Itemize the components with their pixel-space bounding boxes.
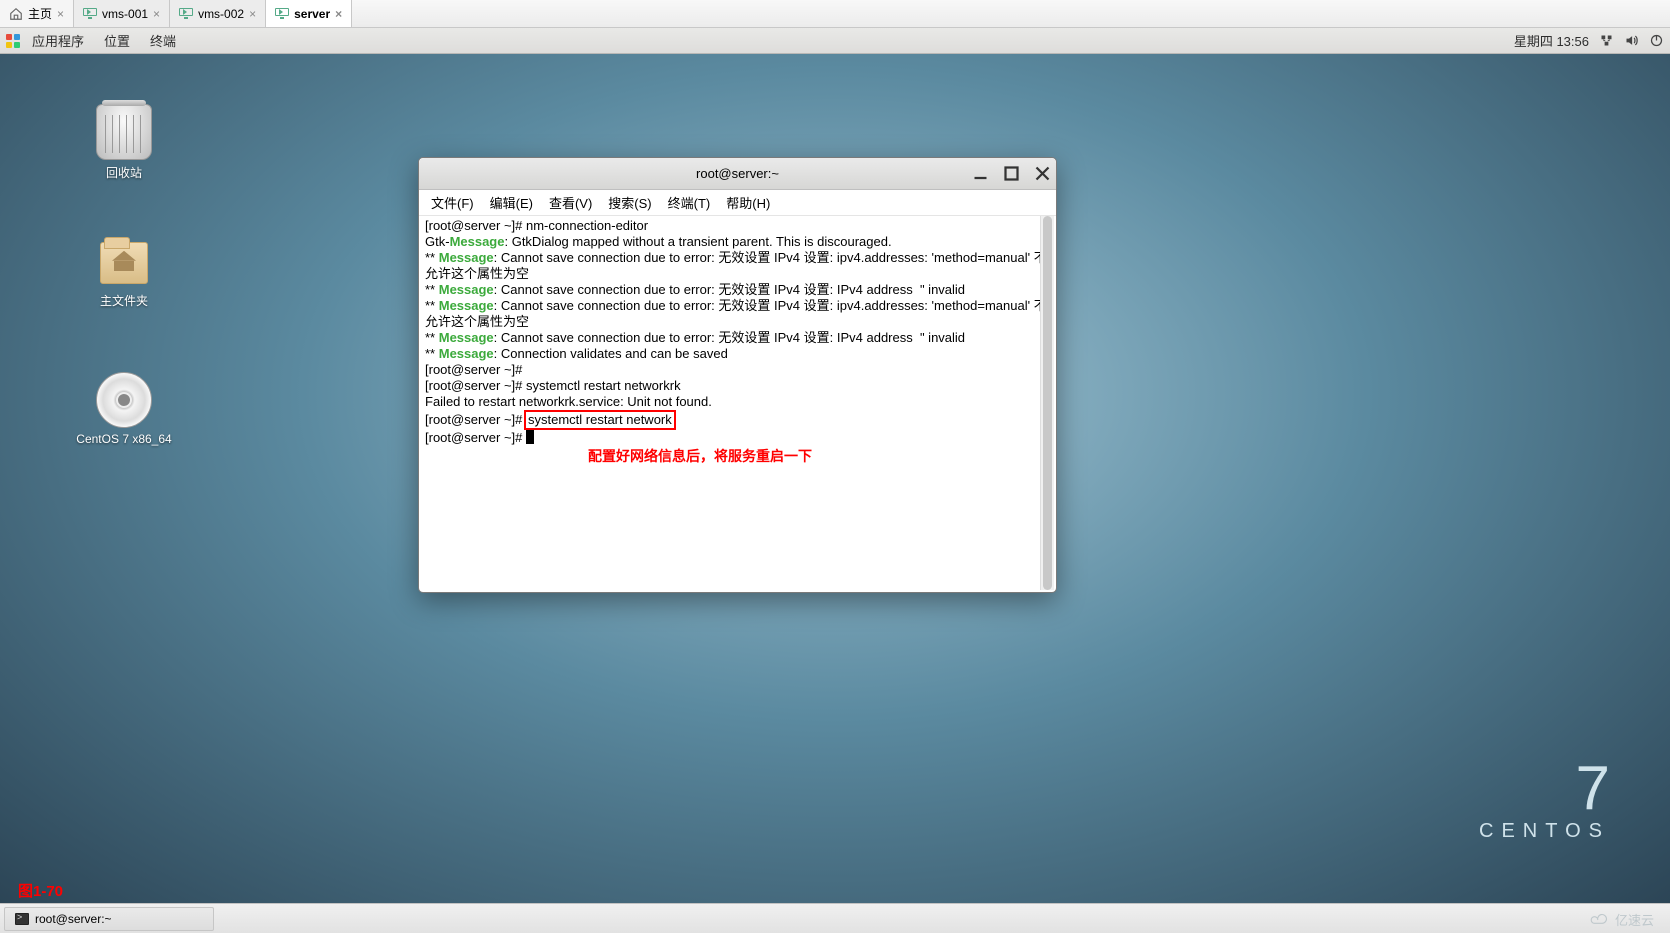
panel-datetime[interactable]: 星期四 13:56 <box>1514 31 1589 50</box>
terminal-scrollbar[interactable] <box>1040 216 1054 590</box>
minimize-button[interactable] <box>973 166 988 181</box>
menu-file[interactable]: 文件(F) <box>425 191 480 214</box>
vm-tab-server[interactable]: server × <box>266 0 352 27</box>
term-message: Message <box>439 282 494 297</box>
term-line: ** <box>425 346 439 361</box>
vm-screen-icon <box>83 8 97 19</box>
desktop-icon-trash[interactable]: 回收站 <box>74 104 174 181</box>
desktop-icon-label: 回收站 <box>74 164 174 181</box>
menu-help[interactable]: 帮助(H) <box>720 191 776 214</box>
cursor-icon <box>526 430 534 444</box>
centos-word: CENTOS <box>1479 820 1610 843</box>
term-message: Message <box>439 346 494 361</box>
vm-screen-icon <box>275 8 289 19</box>
close-icon[interactable]: × <box>153 7 160 21</box>
term-line: : Cannot save connection due to error: 无… <box>425 250 1047 281</box>
terminal-icon <box>15 913 29 925</box>
scrollbar-thumb[interactable] <box>1043 216 1052 590</box>
centos-brand: 7 CENTOS <box>1479 758 1610 843</box>
term-prompt: [root@server ~]# <box>425 430 526 445</box>
watermark: 亿速云 <box>1589 910 1654 929</box>
close-button[interactable] <box>1035 166 1050 181</box>
menu-edit[interactable]: 编辑(E) <box>484 191 539 214</box>
term-line: Gtk- <box>425 234 450 249</box>
vm-tab-label: vms-001 <box>102 7 148 21</box>
panel-terminal[interactable]: 终端 <box>142 29 184 52</box>
term-line: ** <box>425 282 439 297</box>
term-line: [root@server ~]# systemctl restart netwo… <box>425 378 681 393</box>
term-line: : Connection validates and can be saved <box>494 346 728 361</box>
term-line: [root@server ~]# <box>425 362 526 377</box>
vm-tab-home-label: 主页 <box>28 5 52 22</box>
terminal-content[interactable]: [root@server ~]# nm-connection-editor Gt… <box>421 216 1054 590</box>
annotation-text: 配置好网络信息后，将服务重启一下 <box>588 450 1050 466</box>
vm-tabbar: 主页 × vms-001 × vms-002 × server × <box>0 0 1670 28</box>
vm-screen-icon <box>179 8 193 19</box>
desktop[interactable]: 回收站 主文件夹 CentOS 7 x86_64 root@server:~ 文… <box>0 54 1670 903</box>
power-icon[interactable] <box>1649 33 1664 48</box>
volume-icon[interactable] <box>1624 33 1639 48</box>
vm-tab-label: vms-002 <box>198 7 244 21</box>
vm-tab-label: server <box>294 7 330 21</box>
term-message: Message <box>439 330 494 345</box>
desktop-icon-label: 主文件夹 <box>74 292 174 309</box>
term-line: : Cannot save connection due to error: 无… <box>494 330 965 345</box>
terminal-window: root@server:~ 文件(F) 编辑(E) 查看(V) 搜索(S) 终端… <box>418 157 1057 593</box>
trash-icon <box>96 104 152 160</box>
highlighted-command: systemctl restart network <box>524 410 676 430</box>
term-line: ** <box>425 250 439 265</box>
vm-tab-vms001[interactable]: vms-001 × <box>74 0 170 27</box>
terminal-title: root@server:~ <box>696 166 779 181</box>
centos-version: 7 <box>1479 758 1610 820</box>
term-line: ** <box>425 330 439 345</box>
taskbar-item-terminal[interactable]: root@server:~ <box>4 907 214 931</box>
maximize-button[interactable] <box>1004 166 1019 181</box>
desktop-icon-home[interactable]: 主文件夹 <box>74 232 174 309</box>
term-line: : Cannot save connection due to error: 无… <box>425 298 1047 329</box>
menu-terminal[interactable]: 终端(T) <box>662 191 717 214</box>
term-line: ** <box>425 298 439 313</box>
terminal-menubar: 文件(F) 编辑(E) 查看(V) 搜索(S) 终端(T) 帮助(H) <box>419 190 1056 216</box>
watermark-text: 亿速云 <box>1615 910 1654 929</box>
panel-applications[interactable]: 应用程序 <box>24 29 92 52</box>
close-icon[interactable]: × <box>249 7 256 21</box>
vm-tab-vms002[interactable]: vms-002 × <box>170 0 266 27</box>
taskbar: root@server:~ 亿速云 <box>0 903 1670 933</box>
term-line: : Cannot save connection due to error: 无… <box>494 282 965 297</box>
gnome-top-panel: 应用程序 位置 终端 星期四 13:56 <box>0 28 1670 54</box>
network-icon[interactable] <box>1599 33 1614 48</box>
close-icon[interactable]: × <box>57 7 64 21</box>
term-line: [root@server ~]# nm-connection-editor <box>425 218 648 233</box>
taskbar-item-label: root@server:~ <box>35 912 112 926</box>
term-message: Message <box>450 234 505 249</box>
close-icon[interactable]: × <box>335 7 342 21</box>
panel-places[interactable]: 位置 <box>96 29 138 52</box>
term-line: Failed to restart networkrk.service: Uni… <box>425 394 712 409</box>
terminal-titlebar[interactable]: root@server:~ <box>419 158 1056 190</box>
desktop-icon-disc[interactable]: CentOS 7 x86_64 <box>74 372 174 446</box>
vm-tab-home[interactable]: 主页 × <box>0 0 74 27</box>
term-prompt: [root@server ~]# <box>425 412 526 427</box>
term-line: : GtkDialog mapped without a transient p… <box>504 234 891 249</box>
folder-icon <box>96 232 152 288</box>
home-icon <box>9 7 23 21</box>
menu-search[interactable]: 搜索(S) <box>602 191 657 214</box>
applications-icon <box>6 34 20 48</box>
term-message: Message <box>439 298 494 313</box>
disc-icon <box>96 372 152 428</box>
term-message: Message <box>439 250 494 265</box>
desktop-icon-label: CentOS 7 x86_64 <box>74 432 174 446</box>
menu-view[interactable]: 查看(V) <box>543 191 598 214</box>
figure-label: 图1-70 <box>18 880 63 901</box>
